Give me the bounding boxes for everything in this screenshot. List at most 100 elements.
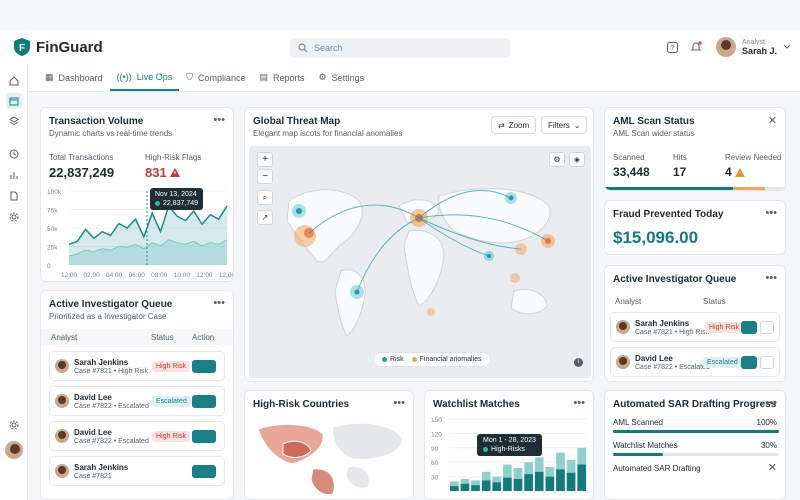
analyst-name: David Lee [74,428,112,437]
sidebar [0,64,28,500]
tab-reports[interactable]: ▤ Reports [253,64,312,91]
progress-label: Watchlist Matches [613,441,678,450]
action-button[interactable] [741,321,757,334]
more-icon[interactable]: ••• [765,207,777,219]
stat-value: 4 [725,165,732,179]
queue-row[interactable]: David Lee Case #7822 • Escalated Escalat… [610,347,780,377]
zoom-in-button[interactable]: + [257,152,273,167]
tab-dashboard[interactable]: ▦ Dashboard [38,64,110,91]
bar [556,469,565,491]
layers-icon[interactable]: ◈ [569,152,585,167]
more-icon[interactable]: ••• [393,397,405,409]
close-icon[interactable]: ✕ [768,461,777,474]
clock-icon[interactable] [6,146,22,162]
tooltip-label: High-Risks [491,446,525,453]
more-icon[interactable]: ••• [765,397,777,409]
card-title: AML Scan Status [613,116,695,127]
more-icon[interactable]: ••• [213,114,225,126]
map-legend: Risk Financial anomalies [373,352,491,367]
more-icon[interactable] [760,356,774,369]
close-icon[interactable]: ✕ [768,114,777,127]
search-map-icon[interactable]: ⌕ [257,190,273,205]
bell-icon[interactable] [689,40,703,54]
col-header: Action [192,333,215,342]
layers-icon[interactable] [6,113,22,129]
watchlist-chart[interactable]: 150 120 90 60 30 [425,413,594,500]
chevron-down-icon [783,44,791,49]
help-icon[interactable]: ? [665,40,679,54]
avatar [55,394,69,408]
card-title: Global Threat Map [253,116,341,127]
avatar [616,320,630,334]
action-button[interactable] [741,356,757,369]
y-tick-label: 150 [431,417,442,424]
status-badge: High Risk [152,431,190,442]
calendar-icon[interactable] [6,93,22,109]
table-row[interactable]: David Lee Case #7822 • Escalated Escalat… [49,386,225,416]
x-tick-label: 12:00 [196,272,213,279]
more-icon[interactable]: ••• [213,297,225,309]
stat-value: 17 [673,165,687,179]
zoom-out-button[interactable]: − [257,169,273,184]
table-row[interactable]: Sarah Jenkins Case #7821 • High Risk Hig… [49,351,225,381]
bar-chart-icon[interactable] [6,167,22,183]
tab-compliance[interactable]: ⛉ Compliance [179,64,252,91]
world-map[interactable]: + − ⌕ ↗ ⚙ ◈ Risk Financial anomalies i [249,146,591,378]
stat-label: Review Needed [725,153,782,162]
table-row[interactable]: David Lee Case #7822 • Escalated High Ri… [49,421,225,451]
zoom-button[interactable]: ⇄ Zoom [491,116,537,134]
case-id: Case #7822 • Escalated [74,438,149,445]
x-tick-label: 06:00 [129,272,146,279]
case-id: Case #7822 • Escalated [74,403,149,410]
queue-row[interactable]: Sarah Jenkins Case #7821 • High Risk Hig… [610,312,780,342]
tab-settings[interactable]: ⚙ Settings [312,64,372,91]
progress-track [613,453,779,456]
col-header: Analyst [51,333,78,342]
more-icon[interactable]: ••• [765,272,777,284]
bar [481,480,491,491]
more-icon[interactable]: ••• [573,397,585,409]
settings-icon[interactable] [6,417,22,433]
x-tick-label: 08:00 [151,272,168,279]
action-button[interactable] [192,395,216,408]
transaction-chart[interactable]: 100k 75k 50k 25k 0 12:00 02:00 04:00 06:00 08:00 1… [41,183,234,282]
y-tick-label: 50k [47,226,58,233]
analyst-name: David Lee [74,393,112,402]
search-input[interactable]: Search [290,38,510,58]
y-tick-label: 25k [47,245,58,252]
status-badge: High Risk [705,322,743,333]
y-tick-label: 90 [431,446,439,453]
home-icon[interactable] [6,73,22,89]
high-risk-countries-card: High-Risk Countries ••• [244,390,414,500]
sidebar-avatar[interactable] [5,441,23,459]
gear-icon[interactable]: ⚙ [549,152,565,167]
action-button[interactable] [192,430,216,443]
tab-live-ops[interactable]: ((•)) Live Ops [109,64,180,91]
tab-label: Settings [331,72,365,83]
country-heatmap[interactable] [253,419,407,499]
y-tick-label: 120 [431,431,442,438]
col-header: Status [703,297,726,306]
bar [577,464,586,491]
stat-label: Scanned [613,153,645,162]
progress-pct: 30% [760,441,777,450]
filters-button[interactable]: Filters ⌄ [541,116,588,134]
document-icon[interactable] [6,188,22,204]
svg-text:F: F [19,43,25,54]
stat-value: 33,448 [613,165,650,179]
action-button[interactable] [192,465,216,478]
user-menu[interactable]: Analyst Sarah J. [716,37,791,57]
progress-fill [613,430,779,433]
more-icon[interactable] [760,321,774,334]
y-tick-label: 30 [431,475,439,482]
card-title: Fraud Prevented Today [613,209,724,220]
compass-icon[interactable]: ↗ [257,210,273,225]
table-row[interactable]: Sarah Jenkins Case #7821 [49,456,225,486]
gear-icon[interactable] [6,209,22,225]
brand[interactable]: F FinGuard [14,38,103,56]
action-button[interactable] [192,360,216,373]
info-icon[interactable]: i [574,358,583,367]
watchlist-card: Watchlist Matches ••• 150 120 90 60 30 Mon 1… [424,390,594,500]
case-id: Case #7821 • High Risk [74,368,149,375]
left-queue-card: Active Investigator Queue Prioritized as… [40,290,234,500]
